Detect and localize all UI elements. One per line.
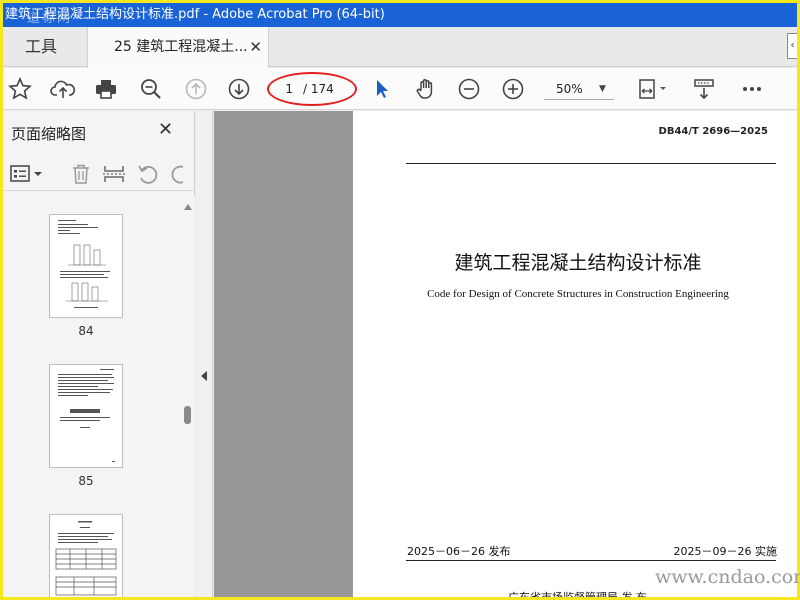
more-options-icon[interactable] [739, 76, 765, 102]
hand-tool-icon[interactable] [413, 76, 439, 102]
document-title-en: Code for Design of Concrete Structures i… [427, 288, 729, 300]
scroll-mode-icon[interactable] [691, 76, 717, 102]
main-toolbar: 1 / 174 50% ▼ [3, 68, 797, 110]
tab-bar: 工具 25 建筑工程混凝土... ✕ ‹ [3, 27, 797, 68]
page-number-highlight-ellipse [267, 72, 357, 106]
delete-page-icon[interactable] [69, 162, 93, 186]
thumbnail-list: 84 85 [3, 196, 181, 597]
pdf-page: DB44/T 2696—2025 建筑工程混凝土结构设计标准 Code for … [353, 111, 797, 597]
issue-date: 2025－06－26 发布 [407, 545, 511, 558]
standard-code: DB44/T 2696—2025 [658, 126, 768, 137]
sidebar-collapse-handle[interactable] [196, 111, 213, 597]
document-viewer[interactable]: DB44/T 2696—2025 建筑工程混凝土结构设计标准 Code for … [214, 111, 797, 597]
chevron-down-icon: ▼ [599, 84, 606, 94]
previous-page-icon[interactable] [183, 76, 209, 102]
footer-rule [406, 560, 776, 561]
document-title-cn: 建筑工程混凝土结构设计标准 [454, 252, 702, 274]
watermark-top-left: 道标网 [27, 11, 73, 26]
page-thumbnail[interactable] [49, 364, 123, 468]
scroll-up-icon[interactable] [184, 204, 192, 210]
thumbnail-page-label: 84 [78, 324, 94, 338]
issuing-authority: 广东省市场监督管理局 发 布 [508, 589, 647, 597]
search-zoom-icon[interactable] [138, 76, 164, 102]
page-thumbnail[interactable] [49, 514, 123, 597]
tab-document-label: 25 建筑工程混凝土... [114, 39, 248, 55]
zoom-in-icon[interactable] [500, 76, 526, 102]
sidebar-scrollbar[interactable] [181, 196, 195, 597]
effective-date: 2025－09－26 实施 [673, 545, 778, 558]
acrobat-window: 建筑工程混凝土结构设计标准.pdf - Adobe Acrobat Pro (6… [3, 3, 797, 597]
zoom-level-select[interactable]: 50% ▼ [544, 78, 614, 100]
tab-tools[interactable]: 工具 [3, 27, 87, 67]
zoom-out-icon[interactable] [456, 76, 482, 102]
thumbnail-page-label: 85 [78, 474, 94, 488]
window-title-bar: 建筑工程混凝土结构设计标准.pdf - Adobe Acrobat Pro (6… [3, 3, 797, 27]
cloud-upload-icon[interactable] [50, 76, 76, 102]
watermark-url: www.cndao.com [655, 566, 800, 588]
extract-page-icon[interactable] [102, 162, 126, 186]
scrollbar-thumb[interactable] [184, 406, 191, 424]
thumbnail-sidebar: 页面缩略图 ✕ 84 85 [3, 111, 195, 597]
header-rule [406, 163, 776, 164]
rotate-right-icon[interactable] [169, 162, 183, 186]
tab-tools-label: 工具 [25, 37, 58, 56]
tab-scroll-left-icon[interactable]: ‹ [787, 33, 797, 59]
thumbnail-options-icon[interactable] [9, 163, 45, 185]
sidebar-close-icon[interactable]: ✕ [158, 119, 173, 140]
next-page-icon[interactable] [226, 76, 252, 102]
collapse-left-icon[interactable] [201, 371, 207, 381]
fit-page-icon[interactable] [635, 76, 671, 102]
zoom-level-value: 50% [556, 82, 583, 96]
sidebar-toolbar [3, 157, 195, 191]
sidebar-title: 页面缩略图 [11, 125, 87, 143]
page-thumbnail[interactable] [49, 214, 123, 318]
tab-document[interactable]: 25 建筑工程混凝土... ✕ [87, 27, 269, 68]
rotate-left-icon[interactable] [136, 162, 160, 186]
print-icon[interactable] [93, 76, 119, 102]
bookmark-star-icon[interactable] [7, 76, 33, 102]
tab-close-icon[interactable]: ✕ [249, 27, 262, 67]
select-cursor-icon[interactable] [369, 76, 395, 102]
